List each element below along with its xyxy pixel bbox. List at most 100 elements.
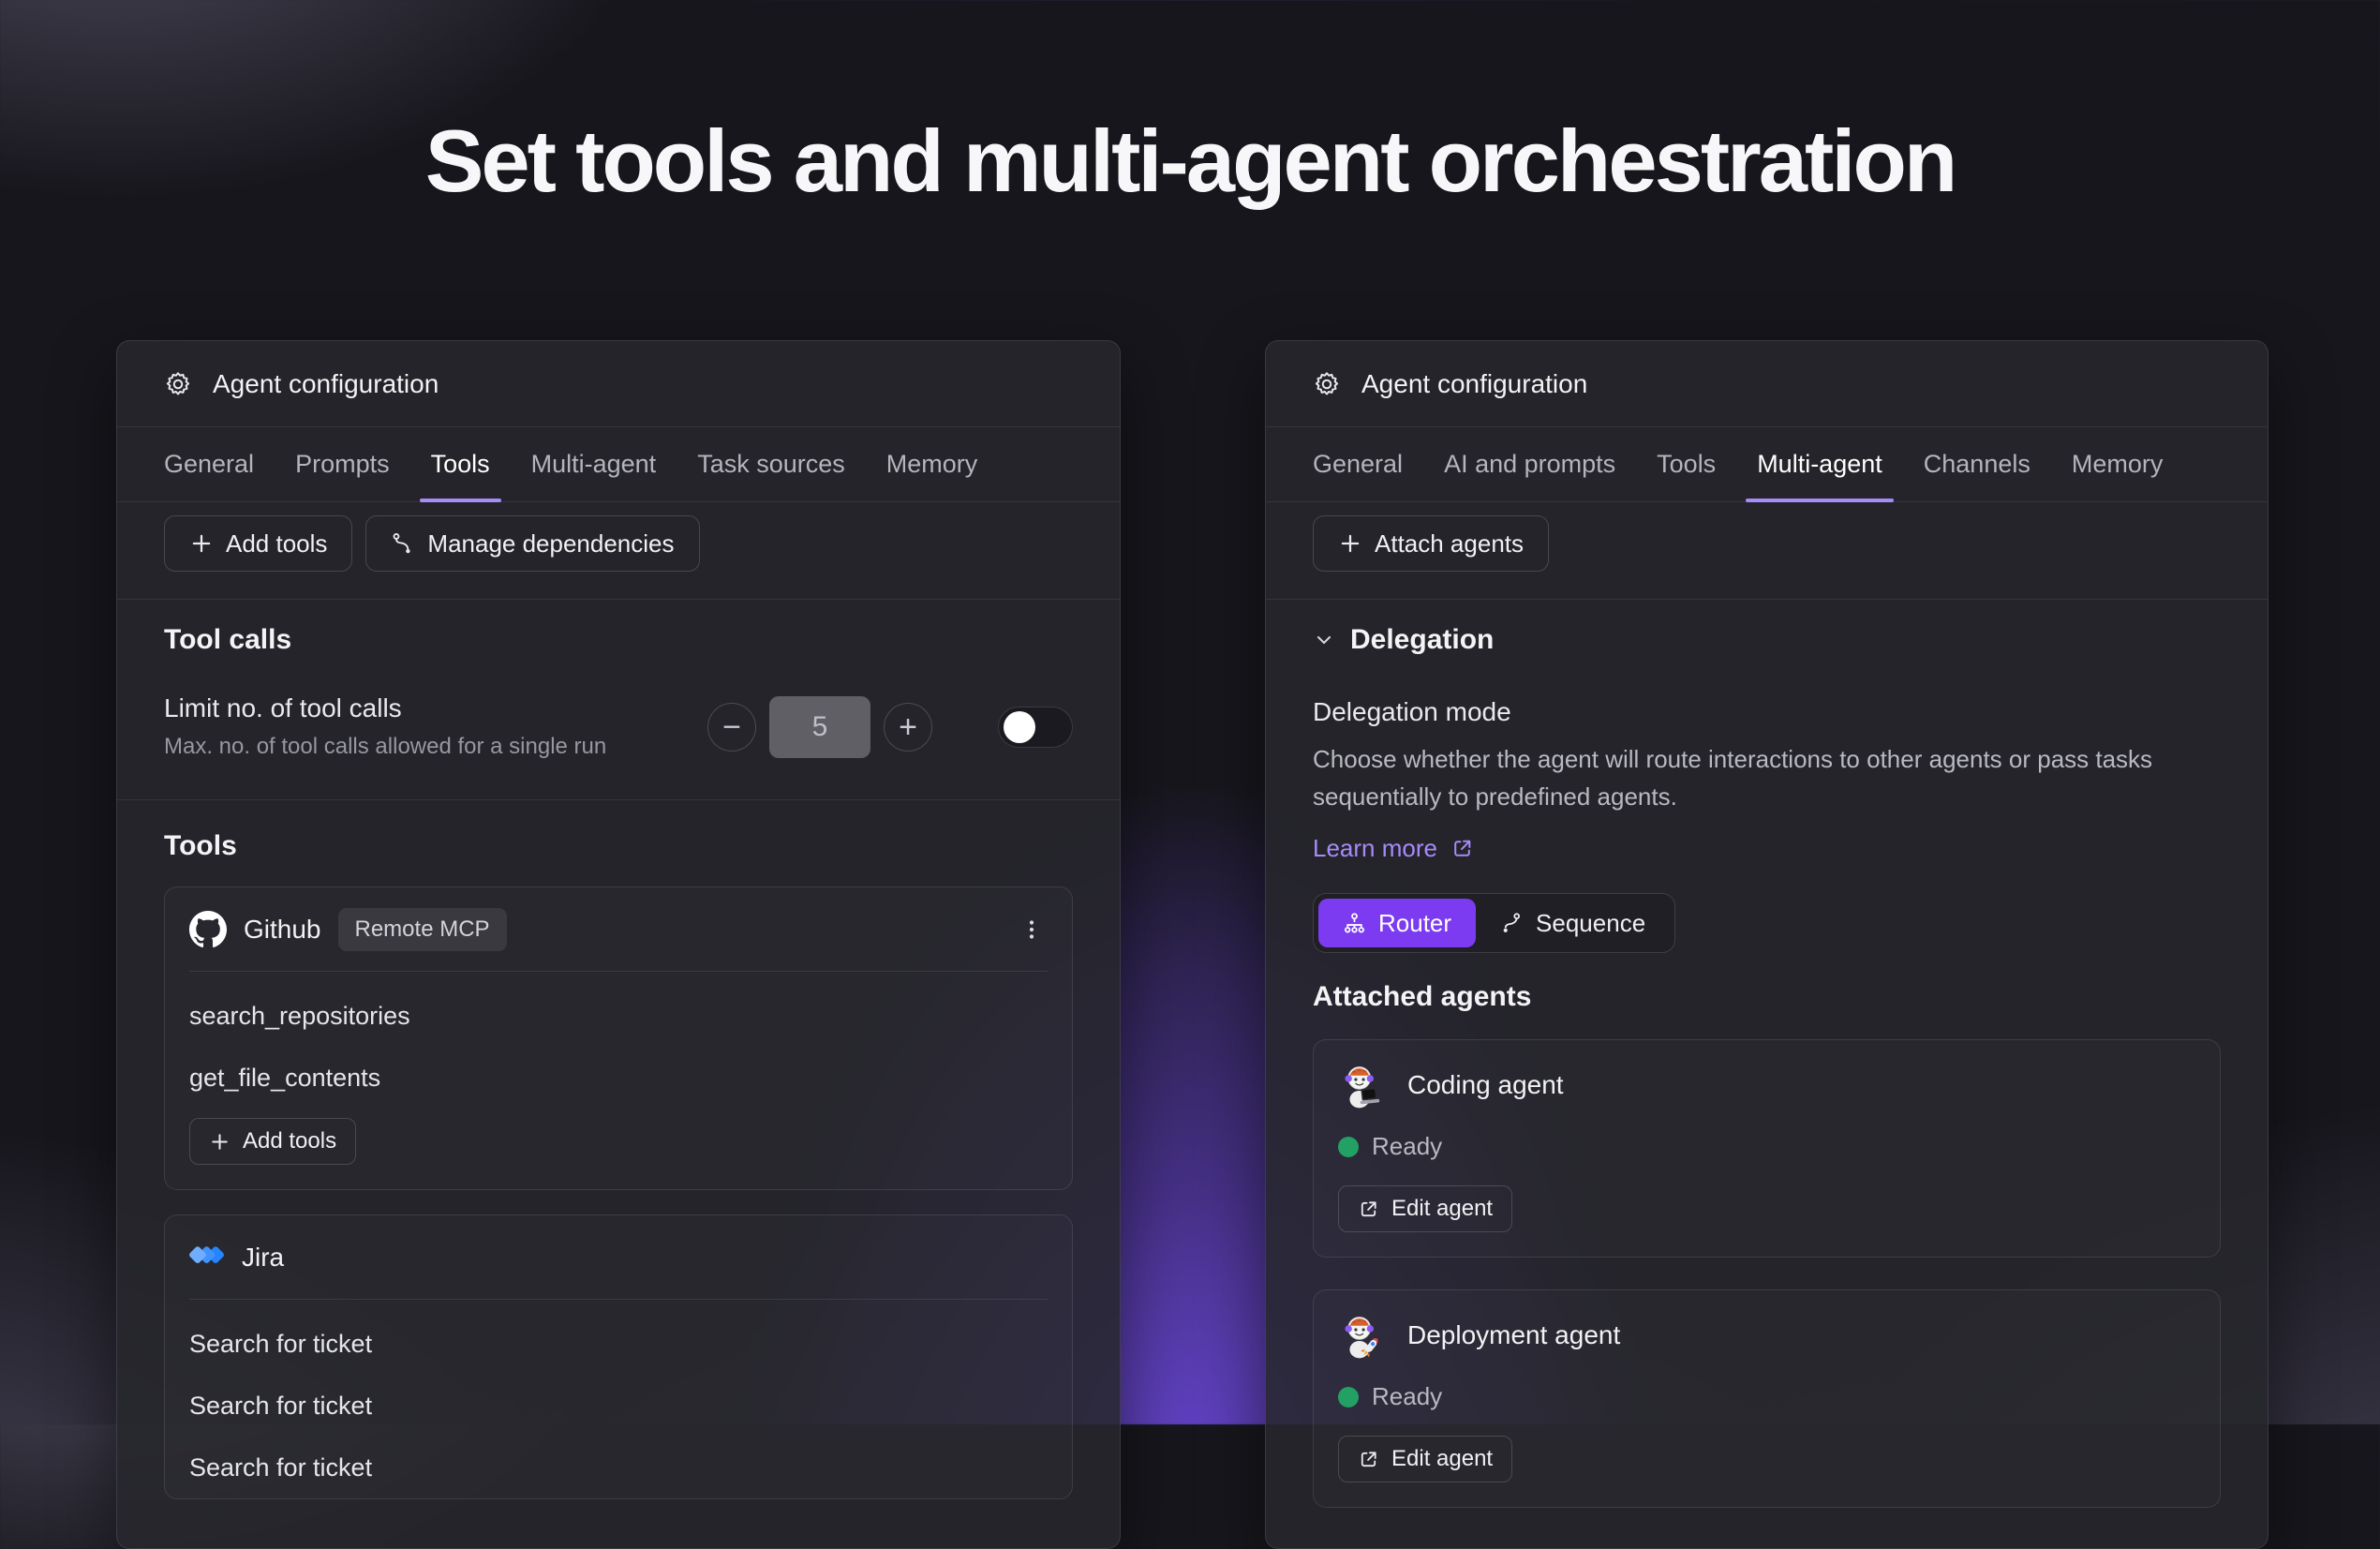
- tab-tools[interactable]: Tools: [1657, 427, 1716, 501]
- edit-agent-label: Edit agent: [1391, 1446, 1493, 1472]
- attached-agents-heading: Attached agents: [1313, 981, 2221, 1013]
- kebab-icon: [1020, 918, 1043, 941]
- delegation-heading: Delegation: [1350, 624, 1494, 656]
- attach-agents-label: Attach agents: [1375, 529, 1524, 559]
- tab-task-sources[interactable]: Task sources: [697, 427, 845, 501]
- limit-label: Limit no. of tool calls: [164, 693, 606, 723]
- sequence-label: Sequence: [1536, 909, 1645, 938]
- status-ready-dot: [1338, 1137, 1359, 1157]
- attach-agents-button[interactable]: Attach agents: [1313, 515, 1549, 572]
- jira-tool-card: Jira Search for ticket Search for ticket…: [164, 1214, 1073, 1499]
- panel-title: Agent configuration: [213, 369, 439, 399]
- page: { "page": { "title": "Set tools and mult…: [0, 0, 2380, 1424]
- tool-item-search-for-ticket[interactable]: Search for ticket: [189, 1313, 1048, 1375]
- github-name: Github: [244, 915, 321, 945]
- github-icon: [189, 911, 227, 948]
- github-add-tools-button[interactable]: Add tools: [189, 1118, 356, 1165]
- learn-more-label: Learn more: [1313, 834, 1437, 863]
- toggle-knob: [1004, 711, 1035, 743]
- add-tools-label: Add tools: [226, 529, 327, 559]
- gear-icon: [1313, 370, 1341, 398]
- status-ready-dot: [1338, 1387, 1359, 1408]
- plus-icon: [1338, 531, 1362, 556]
- manage-dependencies-label: Manage dependencies: [427, 529, 674, 559]
- tool-item-search-for-ticket[interactable]: Search for ticket: [189, 1437, 1048, 1498]
- tool-calls-heading: Tool calls: [164, 624, 1073, 656]
- delegation-mode-label: Delegation mode: [1313, 697, 2221, 727]
- router-option[interactable]: Router: [1318, 899, 1476, 947]
- manage-dependencies-button[interactable]: Manage dependencies: [365, 515, 699, 572]
- agents-toolbar: Attach agents: [1266, 502, 2268, 600]
- tool-item-search-for-ticket[interactable]: Search for ticket: [189, 1375, 1048, 1437]
- robot-laptop-avatar: [1338, 1061, 1387, 1110]
- tool-item-get-file-contents[interactable]: get_file_contents: [189, 1047, 1048, 1109]
- github-menu-button[interactable]: [1016, 914, 1048, 946]
- tools-heading: Tools: [164, 830, 1073, 862]
- status-text: Ready: [1372, 1132, 1442, 1161]
- sequence-option[interactable]: Sequence: [1476, 899, 1670, 947]
- deployment-agent-card: Deployment agent Ready Edit agent: [1313, 1289, 2221, 1508]
- edit-agent-button[interactable]: Edit agent: [1338, 1436, 1512, 1482]
- tab-memory[interactable]: Memory: [886, 427, 978, 501]
- tab-channels[interactable]: Channels: [1924, 427, 2030, 501]
- jira-name: Jira: [242, 1243, 284, 1273]
- external-link-icon: [1450, 837, 1474, 860]
- panel-header: Agent configuration: [117, 341, 1120, 427]
- agent-configuration-panel-tools: Agent configuration General Prompts Tool…: [116, 340, 1121, 1549]
- limit-toggle[interactable]: [998, 707, 1073, 748]
- tab-memory[interactable]: Memory: [2072, 427, 2164, 501]
- panel-title: Agent configuration: [1361, 369, 1587, 399]
- agent-header-row: Coding agent: [1338, 1061, 2195, 1110]
- github-add-tools-label: Add tools: [243, 1128, 336, 1154]
- tab-general[interactable]: General: [1313, 427, 1403, 501]
- coding-agent-card: Coding agent Ready Edit agent: [1313, 1039, 2221, 1258]
- limit-tool-calls-row: Limit no. of tool calls Max. no. of tool…: [164, 693, 1073, 760]
- github-card-header: Github Remote MCP: [189, 887, 1048, 972]
- agent-header-row: Deployment agent: [1338, 1311, 2195, 1360]
- plus-icon: [209, 1131, 231, 1153]
- delegation-mode-description: Choose whether the agent will route inte…: [1313, 740, 2194, 815]
- chevron-down-icon: [1313, 629, 1335, 651]
- attached-agents-section: Attached agents Coding agent Ready Edit …: [1266, 953, 2268, 1508]
- jira-icon: [189, 1240, 225, 1275]
- external-link-icon: [1358, 1199, 1379, 1220]
- status-text: Ready: [1372, 1382, 1442, 1411]
- jira-card-header: Jira: [189, 1215, 1048, 1300]
- increment-button[interactable]: +: [884, 703, 932, 752]
- tab-multi-agent[interactable]: Multi-agent: [1757, 427, 1882, 501]
- tab-multi-agent[interactable]: Multi-agent: [531, 427, 657, 501]
- agent-status-row: Ready: [1338, 1382, 2195, 1411]
- tab-tools[interactable]: Tools: [431, 427, 490, 501]
- delegation-collapse-header[interactable]: Delegation: [1313, 624, 2221, 656]
- tab-prompts[interactable]: Prompts: [295, 427, 390, 501]
- tab-ai-and-prompts[interactable]: AI and prompts: [1444, 427, 1615, 501]
- plus-icon: [189, 531, 214, 556]
- limit-labels: Limit no. of tool calls Max. no. of tool…: [164, 693, 606, 760]
- agent-configuration-panel-multi-agent: Agent configuration General AI and promp…: [1265, 340, 2268, 1549]
- tab-bar: General AI and prompts Tools Multi-agent…: [1266, 427, 2268, 502]
- edit-agent-label: Edit agent: [1391, 1196, 1493, 1222]
- tool-call-limit-value[interactable]: 5: [769, 696, 870, 758]
- decrement-button[interactable]: −: [707, 703, 756, 752]
- jira-tool-list: Search for ticket Search for ticket Sear…: [189, 1300, 1048, 1498]
- hierarchy-icon: [1343, 912, 1366, 935]
- tool-item-search-repositories[interactable]: search_repositories: [189, 985, 1048, 1047]
- tab-general[interactable]: General: [164, 427, 254, 501]
- edit-agent-button[interactable]: Edit agent: [1338, 1185, 1512, 1232]
- learn-more-link[interactable]: Learn more: [1313, 834, 1474, 863]
- panel-header: Agent configuration: [1266, 341, 2268, 427]
- tools-list-section: Tools Github Remote MCP search_repositor…: [117, 800, 1120, 1499]
- limit-sublabel: Max. no. of tool calls allowed for a sin…: [164, 734, 606, 760]
- agent-status-row: Ready: [1338, 1132, 2195, 1161]
- remote-mcp-badge: Remote MCP: [338, 908, 507, 951]
- tools-toolbar: Add tools Manage dependencies: [117, 502, 1120, 600]
- github-tool-list: search_repositories get_file_contents: [189, 972, 1048, 1109]
- gear-icon: [164, 370, 192, 398]
- delegation-mode-switch: Router Sequence: [1313, 893, 1675, 953]
- delegation-section: Delegation Delegation mode Choose whethe…: [1266, 600, 2268, 953]
- tool-call-stepper: − 5 +: [707, 696, 1073, 758]
- add-tools-button[interactable]: Add tools: [164, 515, 352, 572]
- external-link-icon: [1358, 1449, 1379, 1470]
- route-icon: [1500, 912, 1524, 935]
- tool-calls-section: Tool calls Limit no. of tool calls Max. …: [117, 600, 1120, 800]
